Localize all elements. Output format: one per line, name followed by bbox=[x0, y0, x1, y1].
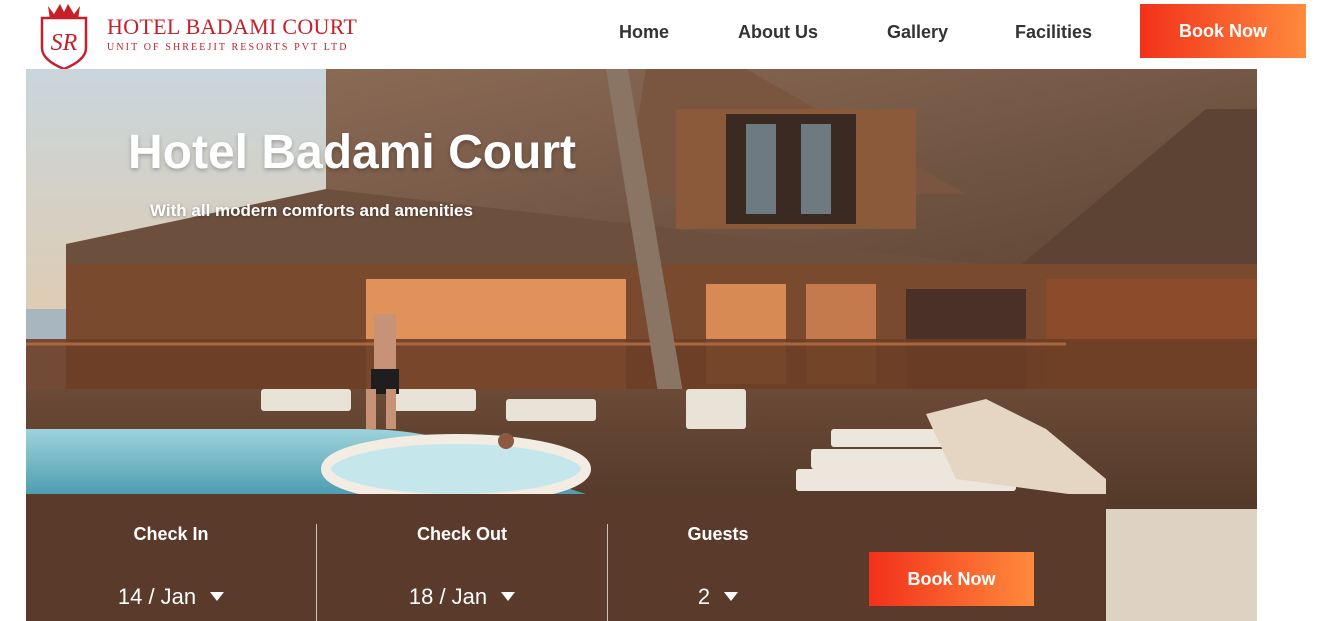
site-header: SR HOTEL BADAMI COURT UNIT OF SHREEJIT R… bbox=[0, 0, 1335, 70]
check-in-label: Check In bbox=[133, 524, 209, 544]
nav-facilities[interactable]: Facilities bbox=[1015, 19, 1092, 45]
check-out-label: Check Out bbox=[416, 524, 508, 544]
nav-gallery[interactable]: Gallery bbox=[887, 19, 948, 45]
guests-select[interactable]: 2 bbox=[608, 584, 828, 610]
hotel-logo-icon[interactable]: SR bbox=[38, 0, 90, 70]
guests-caret-icon[interactable] bbox=[724, 591, 739, 601]
check-out-field[interactable]: Check Out 18 / Jan bbox=[317, 494, 607, 621]
brand-block[interactable]: HOTEL BADAMI COURT UNIT OF SHREEJIT RESO… bbox=[107, 14, 357, 53]
booking-book-now-button[interactable]: Book Now bbox=[869, 552, 1034, 606]
hero-subtitle: With all modern comforts and amenities bbox=[150, 201, 473, 220]
check-in-value: 14 / Jan bbox=[117, 584, 197, 609]
brand-tagline: UNIT OF SHREEJIT RESORTS PVT LTD bbox=[107, 42, 349, 53]
check-in-select[interactable]: 14 / Jan bbox=[26, 584, 316, 610]
nav-home[interactable]: Home bbox=[619, 19, 669, 45]
nav-about-us[interactable]: About Us bbox=[738, 19, 818, 45]
brand-name: HOTEL BADAMI COURT bbox=[107, 14, 358, 39]
header-book-now-button[interactable]: Book Now bbox=[1140, 4, 1306, 58]
check-in-caret-icon[interactable] bbox=[210, 591, 225, 601]
guests-field[interactable]: Guests 2 bbox=[608, 494, 828, 621]
check-out-select[interactable]: 18 / Jan bbox=[317, 584, 607, 610]
hero-title: Hotel Badami Court bbox=[128, 126, 577, 179]
check-out-value: 18 / Jan bbox=[408, 584, 488, 609]
guests-label: Guests bbox=[687, 524, 749, 544]
check-in-field[interactable]: Check In 14 / Jan bbox=[26, 494, 316, 621]
booking-bar: Check In 14 / Jan Check Out 18 / Jan Gue… bbox=[26, 494, 1106, 621]
guests-value: 2 bbox=[697, 584, 711, 609]
svg-text:SR: SR bbox=[51, 30, 78, 56]
check-out-caret-icon[interactable] bbox=[501, 591, 516, 601]
